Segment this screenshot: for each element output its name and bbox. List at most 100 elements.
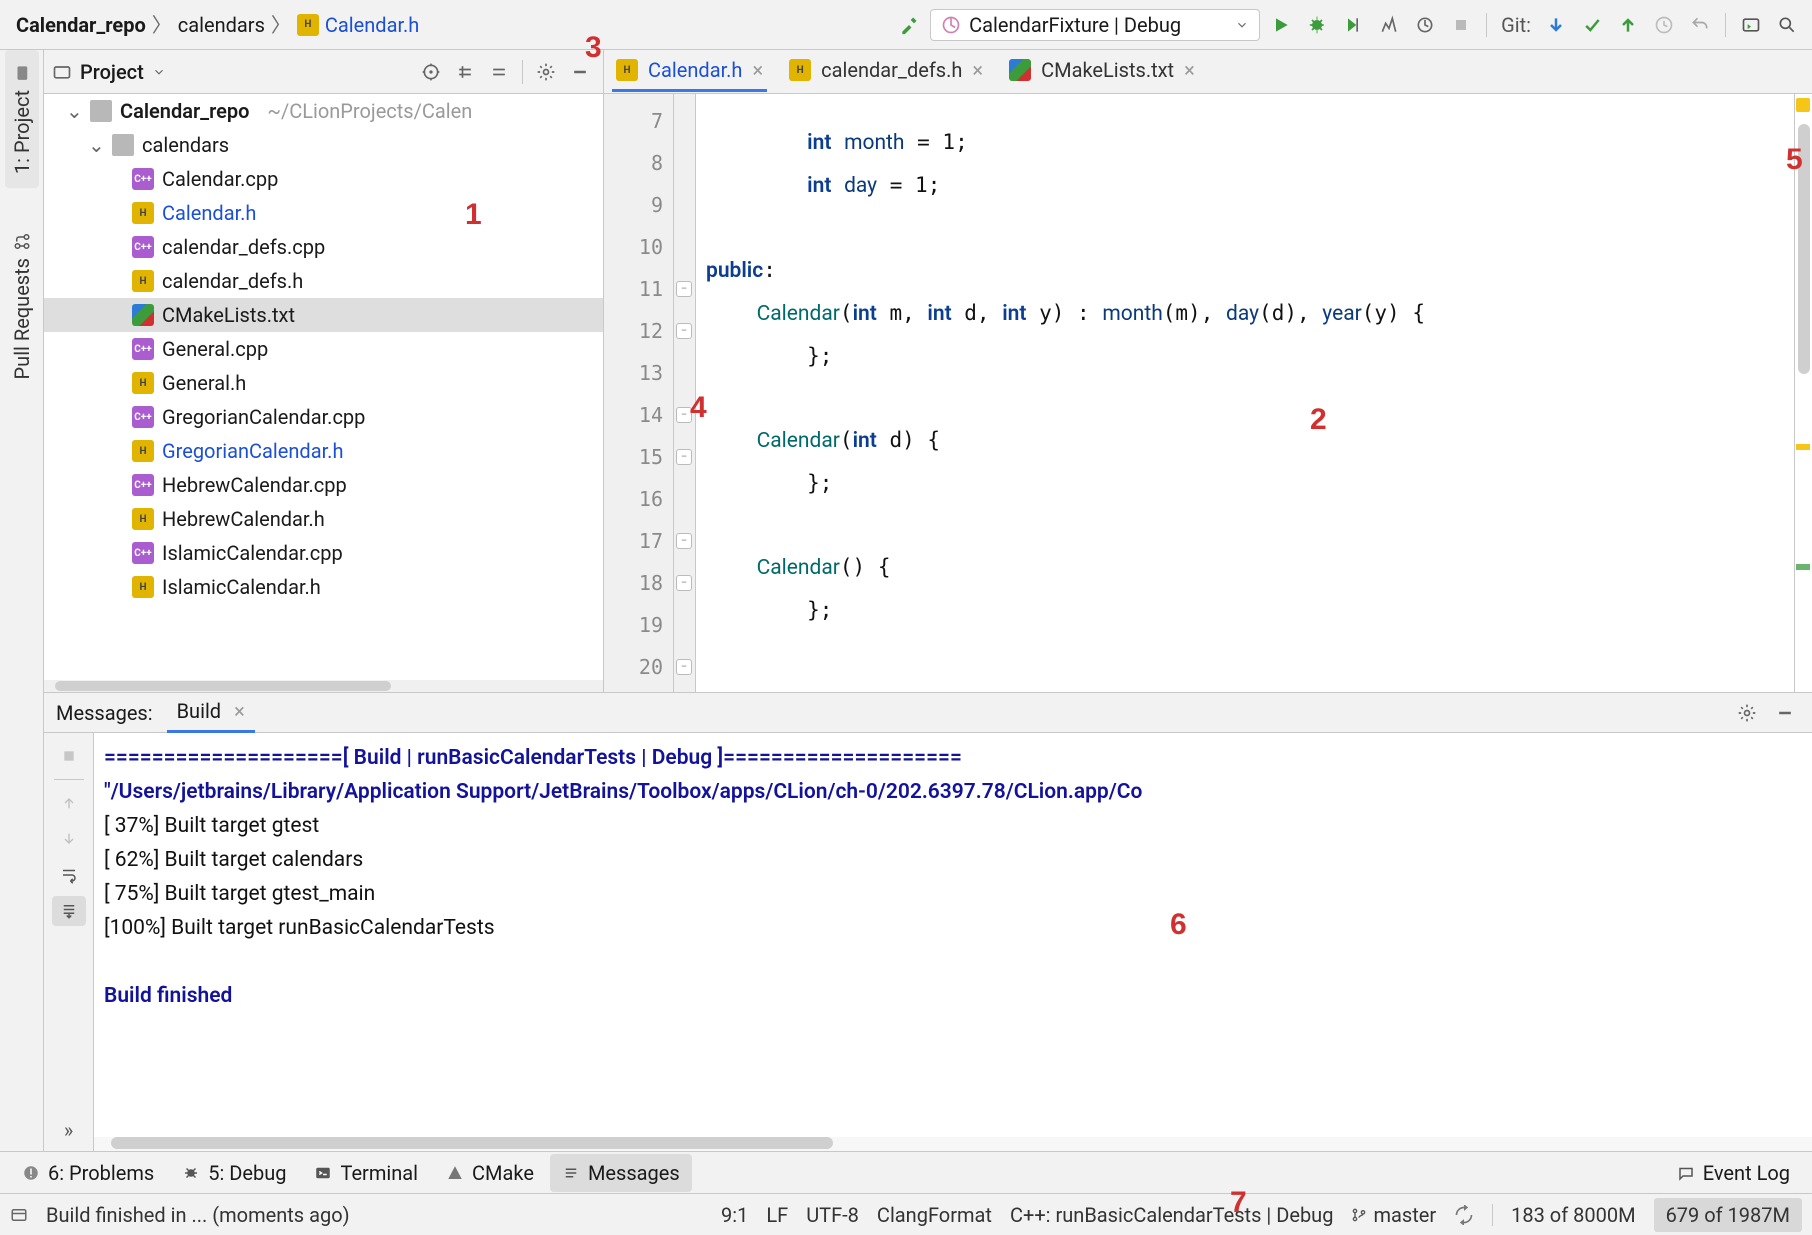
tree-row[interactable]: C++HebrewCalendar.cpp: [44, 468, 603, 502]
git-rollback-icon[interactable]: [1685, 11, 1715, 39]
expand-all-icon[interactable]: [450, 58, 480, 86]
run-configuration-selector[interactable]: CalendarFixture | Debug: [930, 9, 1260, 41]
warning-indicator-icon[interactable]: [1796, 98, 1810, 112]
tool-btn-event-log[interactable]: Event Log: [1665, 1154, 1802, 1192]
run-button[interactable]: [1266, 11, 1296, 39]
fold-toggle-icon[interactable]: −: [676, 407, 692, 423]
editor-tab[interactable]: CMakeLists.txt×: [1005, 51, 1199, 92]
stop-button[interactable]: [1446, 11, 1476, 39]
debug-button[interactable]: [1302, 11, 1332, 39]
hide-icon[interactable]: [565, 58, 595, 86]
project-tree[interactable]: ⌄ Calendar_repo ~/CLionProjects/Calen⌄ c…: [44, 94, 603, 680]
rail-tab-project[interactable]: 1: Project: [5, 50, 39, 188]
tree-row[interactable]: ⌄ Calendar_repo ~/CLionProjects/Calen: [44, 94, 603, 128]
close-icon[interactable]: ×: [234, 699, 245, 723]
status-context[interactable]: C++: runBasicCalendarTests | Debug: [1010, 1202, 1334, 1228]
tree-row[interactable]: CMakeLists.txt: [44, 298, 603, 332]
status-git-branch[interactable]: master: [1351, 1202, 1436, 1228]
tree-row[interactable]: ⌄ calendars: [44, 128, 603, 162]
soft-wrap-icon[interactable]: [52, 860, 86, 890]
fold-toggle-icon[interactable]: −: [676, 323, 692, 339]
status-formatter[interactable]: ClangFormat: [877, 1202, 992, 1228]
tree-row[interactable]: HGregorianCalendar.h: [44, 434, 603, 468]
run-anything-icon[interactable]: [1736, 11, 1766, 39]
rail-tab-pull-requests[interactable]: Pull Requests: [5, 218, 39, 393]
tree-row[interactable]: HCalendar.h: [44, 196, 603, 230]
tool-btn-debug[interactable]: 5: Debug: [170, 1154, 298, 1192]
tree-row[interactable]: HGeneral.h: [44, 366, 603, 400]
stop-icon[interactable]: [52, 741, 86, 771]
tool-btn-cmake[interactable]: CMake: [434, 1154, 546, 1192]
close-icon[interactable]: ×: [752, 57, 763, 83]
collapse-all-icon[interactable]: [484, 58, 514, 86]
fold-toggle-icon[interactable]: −: [676, 575, 692, 591]
tree-row[interactable]: HIslamicCalendar.h: [44, 570, 603, 604]
previous-icon[interactable]: [52, 788, 86, 818]
fold-toggle-icon[interactable]: −: [676, 281, 692, 297]
error-stripe[interactable]: [1794, 94, 1812, 692]
tree-row[interactable]: C++calendar_defs.cpp: [44, 230, 603, 264]
scrollbar-thumb[interactable]: [111, 1137, 833, 1149]
status-line-separator[interactable]: LF: [766, 1202, 788, 1228]
chevron-down-icon[interactable]: ⌄: [88, 132, 104, 158]
editor-tab[interactable]: Hcalendar_defs.h×: [785, 51, 987, 92]
fold-toggle-icon[interactable]: −: [676, 533, 692, 549]
next-icon[interactable]: [52, 824, 86, 854]
line-number-gutter[interactable]: 7891011121314151617181920: [604, 94, 674, 692]
gear-icon[interactable]: [531, 58, 561, 86]
scroll-to-end-icon[interactable]: [52, 896, 86, 926]
fold-toggle-icon[interactable]: −: [676, 449, 692, 465]
editor-tab[interactable]: HCalendar.h×: [612, 51, 767, 92]
close-icon[interactable]: ×: [1184, 57, 1195, 83]
breadcrumb[interactable]: Calendar_repo 〉 calendars 〉 H Calendar.h: [10, 8, 425, 42]
status-last-build[interactable]: Build finished in ... (moments ago): [46, 1202, 350, 1228]
git-history-icon[interactable]: [1649, 11, 1679, 39]
breadcrumb-folder[interactable]: calendars: [178, 12, 265, 38]
coverage-button[interactable]: [1338, 11, 1368, 39]
scrollbar-thumb[interactable]: [1798, 124, 1810, 374]
messages-tab-build[interactable]: Build ×: [167, 692, 255, 733]
gear-icon[interactable]: [1732, 699, 1762, 727]
git-update-icon[interactable]: [1541, 11, 1571, 39]
profile-button[interactable]: [1374, 11, 1404, 39]
git-push-icon[interactable]: [1613, 11, 1643, 39]
code-editor[interactable]: int month = 1; int day = 1; public: Cale…: [696, 115, 1794, 671]
fold-toggle-icon[interactable]: −: [676, 659, 692, 675]
scrollbar-thumb[interactable]: [55, 681, 390, 691]
tool-windows-icon[interactable]: [10, 1206, 28, 1224]
tool-btn-messages[interactable]: Messages: [550, 1154, 692, 1192]
sync-icon[interactable]: [1454, 1205, 1474, 1225]
tree-row[interactable]: C++Calendar.cpp: [44, 162, 603, 196]
chevron-down-icon[interactable]: [152, 65, 166, 79]
tree-row[interactable]: HHebrewCalendar.h: [44, 502, 603, 536]
breadcrumb-root[interactable]: Calendar_repo: [16, 12, 146, 38]
horizontal-scrollbar[interactable]: [44, 680, 603, 692]
status-encoding[interactable]: UTF-8: [806, 1202, 859, 1228]
tree-row[interactable]: C++IslamicCalendar.cpp: [44, 536, 603, 570]
hide-icon[interactable]: [1770, 699, 1800, 727]
tree-row[interactable]: C++GregorianCalendar.cpp: [44, 400, 603, 434]
tool-btn-problems[interactable]: 6: Problems: [10, 1154, 166, 1192]
status-indexing[interactable]: 183 of 8000M: [1511, 1202, 1635, 1228]
build-hammer-icon[interactable]: [894, 11, 924, 39]
search-everywhere-icon[interactable]: [1772, 11, 1802, 39]
stripe-marker-warning[interactable]: [1796, 444, 1810, 450]
fold-gutter[interactable]: − − − − − − −: [674, 94, 696, 692]
close-icon[interactable]: ×: [972, 57, 983, 83]
stripe-marker-ok[interactable]: [1796, 564, 1810, 570]
build-console[interactable]: ====================[ Build | runBasicCa…: [94, 733, 1812, 1137]
chevron-down-icon[interactable]: ⌄: [66, 98, 82, 124]
chevron-down-icon: [1235, 18, 1249, 32]
attach-button[interactable]: [1410, 11, 1440, 39]
horizontal-scrollbar[interactable]: [94, 1137, 1812, 1151]
project-tool-title[interactable]: Project: [80, 59, 144, 85]
tree-row[interactable]: C++General.cpp: [44, 332, 603, 366]
breadcrumb-file[interactable]: Calendar.h: [325, 12, 419, 38]
tree-row[interactable]: Hcalendar_defs.h: [44, 264, 603, 298]
tool-btn-terminal[interactable]: Terminal: [302, 1154, 430, 1192]
more-icon[interactable]: »: [52, 1115, 86, 1145]
locate-icon[interactable]: [416, 58, 446, 86]
git-commit-icon[interactable]: [1577, 11, 1607, 39]
status-caret[interactable]: 9:1: [721, 1202, 748, 1228]
status-memory[interactable]: 679 of 1987M: [1654, 1198, 1802, 1232]
